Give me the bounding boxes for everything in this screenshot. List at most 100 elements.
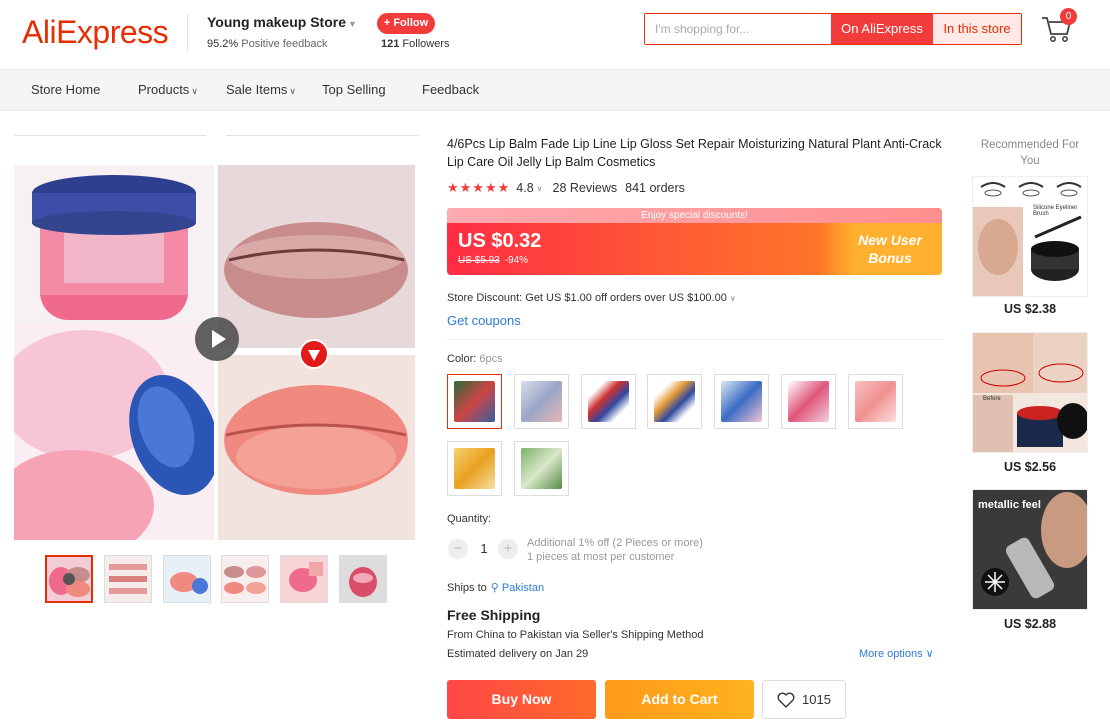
bonus-line-1: New User [858, 232, 922, 248]
new-user-bonus[interactable]: New User Bonus [818, 223, 942, 275]
play-video-icon[interactable] [195, 317, 239, 361]
recommended-item[interactable]: metallic feel [972, 489, 1088, 610]
divider [447, 339, 942, 340]
color-label: Color: 6pcs [447, 353, 503, 365]
nav-products-label[interactable]: Products [138, 82, 189, 97]
color-swatch[interactable] [514, 441, 569, 496]
swatch-image [588, 381, 629, 422]
swatch-image [454, 381, 495, 422]
color-swatch[interactable] [447, 374, 502, 429]
quantity-increase-button[interactable]: + [498, 539, 518, 559]
thumbnail[interactable] [339, 555, 387, 603]
feedback-label: Positive feedback [241, 38, 328, 50]
thumbnail-image [222, 556, 268, 602]
get-coupons-link[interactable]: Get coupons [447, 313, 521, 328]
more-options-label[interactable]: More options [859, 648, 923, 660]
product-title: 4/6Pcs Lip Balm Fade Lip Line Lip Gloss … [447, 137, 942, 169]
ships-to: Ships to ⚲ Pakistan [447, 581, 544, 594]
search-input[interactable] [645, 14, 831, 44]
thumbnail[interactable] [221, 555, 269, 603]
product-rating: ★★★★★ 4.8 ∨ 28 Reviews 841 orders [447, 180, 685, 196]
color-swatch[interactable] [447, 441, 502, 496]
search-on-aliexpress-button[interactable]: On AliExpress [831, 14, 933, 44]
quantity-note-discount: Additional 1% off (2 Pieces or more) [527, 537, 703, 549]
recommended-item-caption: Silicone Eyeliner Brush [1033, 205, 1078, 217]
store-name-text[interactable]: Young makeup Store [207, 14, 346, 30]
price-banner: Enjoy special discounts! US $0.32 US $5.… [447, 208, 942, 275]
quantity-decrease-button[interactable]: − [448, 539, 468, 559]
store-feedback: 95.2% Positive feedback [207, 38, 327, 50]
swatch-image [855, 381, 896, 422]
color-swatch[interactable] [781, 374, 836, 429]
chevron-down-icon: ∨ [191, 86, 198, 96]
wishlist-button[interactable]: 1015 [762, 680, 846, 719]
recommended-item-price[interactable]: US $2.88 [972, 617, 1088, 631]
thumbnail-image [105, 556, 151, 602]
follow-button[interactable]: + Follow [377, 13, 435, 34]
quantity-value[interactable]: 1 [478, 541, 490, 556]
store-header: AliExpress Young makeup Store ▼ 95.2% Pos… [0, 0, 1110, 70]
swatch-image [788, 381, 829, 422]
store-nav: Store Home Products ∨ Sale Items ∨ Top Sel… [0, 70, 1110, 111]
thumbnail-image [164, 556, 210, 602]
discount-percent: -94% [504, 255, 529, 266]
quantity-note-limit: 1 pieces at most per customer [527, 551, 675, 563]
cart-count-badge: 0 [1060, 8, 1077, 25]
estimated-delivery: Estimated delivery on Jan 29 [447, 648, 589, 660]
wishlist-count: 1015 [802, 692, 831, 707]
old-price: US $5.93 [458, 255, 500, 266]
caret-down-icon[interactable]: ▼ [348, 19, 357, 29]
recommended-item-price[interactable]: US $2.38 [972, 302, 1088, 316]
recommended-item-price[interactable]: US $2.56 [972, 460, 1088, 474]
store-discount[interactable]: Store Discount: Get US $1.00 off orders … [447, 292, 736, 304]
nav-products[interactable]: Products ∨ [138, 82, 198, 97]
reviews-link[interactable]: 28 Reviews [553, 181, 618, 195]
recommended-item[interactable]: Silicone Eyeliner Brush [972, 176, 1088, 297]
star-rating-icon: ★★★★★ [447, 180, 511, 195]
ships-to-country[interactable]: Pakistan [502, 582, 544, 594]
header-divider [187, 14, 188, 52]
chevron-down-icon[interactable]: ∨ [537, 184, 543, 193]
thumbnail[interactable] [163, 555, 211, 603]
chevron-down-icon: ∨ [289, 86, 297, 96]
recommended-item[interactable]: Before [972, 332, 1088, 453]
quantity-label: Quantity: [447, 513, 492, 525]
aliexpress-logo[interactable]: AliExpress [22, 14, 169, 51]
color-swatch[interactable] [848, 374, 903, 429]
color-swatch[interactable] [514, 374, 569, 429]
nav-sale-items[interactable]: Sale Items ∨ [226, 82, 296, 97]
followers-count: 121 [381, 38, 400, 50]
followers-label: Followers [402, 38, 450, 50]
thumbnail[interactable] [104, 555, 152, 603]
more-options-link[interactable]: More options ∨ [859, 647, 934, 660]
recommended-title: Recommended For You [980, 139, 1080, 167]
nav-top-selling[interactable]: Top Selling [322, 82, 386, 97]
buy-now-button[interactable]: Buy Now [447, 680, 596, 719]
store-discount-text[interactable]: Store Discount: Get US $1.00 off orders … [447, 292, 727, 304]
arrow-down-icon [299, 339, 329, 369]
add-to-cart-button[interactable]: Add to Cart [605, 680, 754, 719]
thumbnail-image [47, 557, 91, 601]
swatch-image [454, 448, 495, 489]
color-label-text: Color: [447, 353, 477, 365]
color-swatch[interactable] [581, 374, 636, 429]
color-swatch[interactable] [647, 374, 702, 429]
swatch-image [654, 381, 695, 422]
ships-to-location[interactable]: ⚲ Pakistan [491, 582, 544, 594]
nav-sale-items-label[interactable]: Sale Items [226, 82, 287, 97]
chevron-down-icon[interactable]: ∨ [926, 648, 934, 660]
nav-feedback[interactable]: Feedback [422, 82, 479, 97]
store-name[interactable]: Young makeup Store ▼ [207, 14, 357, 30]
feedback-percent: 95.2% [207, 38, 239, 50]
nav-store-home[interactable]: Store Home [31, 82, 100, 97]
free-shipping: Free Shipping [447, 607, 541, 623]
shipping-route: From China to Pakistan via Seller's Ship… [447, 629, 704, 641]
search-in-store-button[interactable]: In this store [933, 14, 1021, 44]
color-swatch[interactable] [714, 374, 769, 429]
rating-value[interactable]: 4.8 [516, 181, 533, 195]
original-price: US $5.93 -94% [458, 255, 528, 266]
thumbnail[interactable] [280, 555, 328, 603]
chevron-down-icon[interactable]: ∨ [730, 294, 736, 303]
thumbnail[interactable] [45, 555, 93, 603]
gallery-divider [226, 135, 419, 136]
